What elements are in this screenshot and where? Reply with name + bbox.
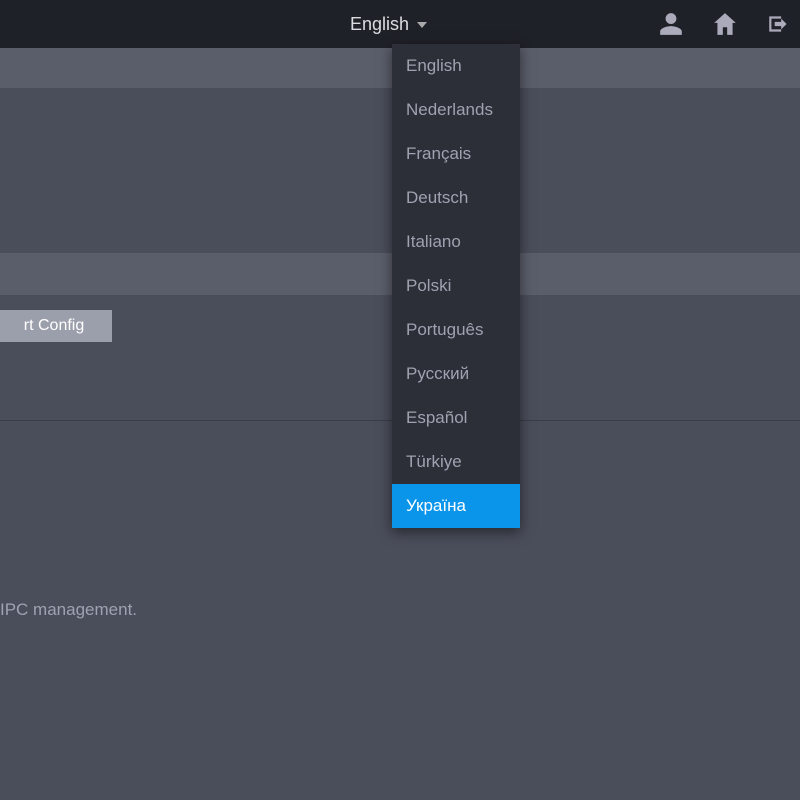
language-option-ukraine[interactable]: Україна bbox=[392, 484, 520, 528]
logout-icon[interactable] bbox=[766, 11, 792, 37]
top-icons bbox=[658, 0, 792, 48]
hint-text: IPC management. bbox=[0, 600, 137, 620]
language-option-turkiye[interactable]: Türkiye bbox=[392, 440, 520, 484]
home-icon[interactable] bbox=[712, 11, 738, 37]
language-option-polski[interactable]: Polski bbox=[392, 264, 520, 308]
language-selector[interactable]: English bbox=[350, 0, 427, 48]
language-option-nederlands[interactable]: Nederlands bbox=[392, 88, 520, 132]
language-dropdown: English Nederlands Français Deutsch Ital… bbox=[392, 44, 520, 528]
language-option-english[interactable]: English bbox=[392, 44, 520, 88]
language-option-espanol[interactable]: Español bbox=[392, 396, 520, 440]
language-option-russian[interactable]: Русский bbox=[392, 352, 520, 396]
config-button-label: rt Config bbox=[24, 317, 84, 335]
top-bar: English bbox=[0, 0, 800, 48]
language-option-italiano[interactable]: Italiano bbox=[392, 220, 520, 264]
language-option-portugues[interactable]: Português bbox=[392, 308, 520, 352]
language-option-francais[interactable]: Français bbox=[392, 132, 520, 176]
user-icon[interactable] bbox=[658, 11, 684, 37]
language-option-deutsch[interactable]: Deutsch bbox=[392, 176, 520, 220]
chevron-down-icon bbox=[417, 22, 427, 28]
config-button[interactable]: rt Config bbox=[0, 310, 112, 342]
language-current-label: English bbox=[350, 14, 409, 35]
